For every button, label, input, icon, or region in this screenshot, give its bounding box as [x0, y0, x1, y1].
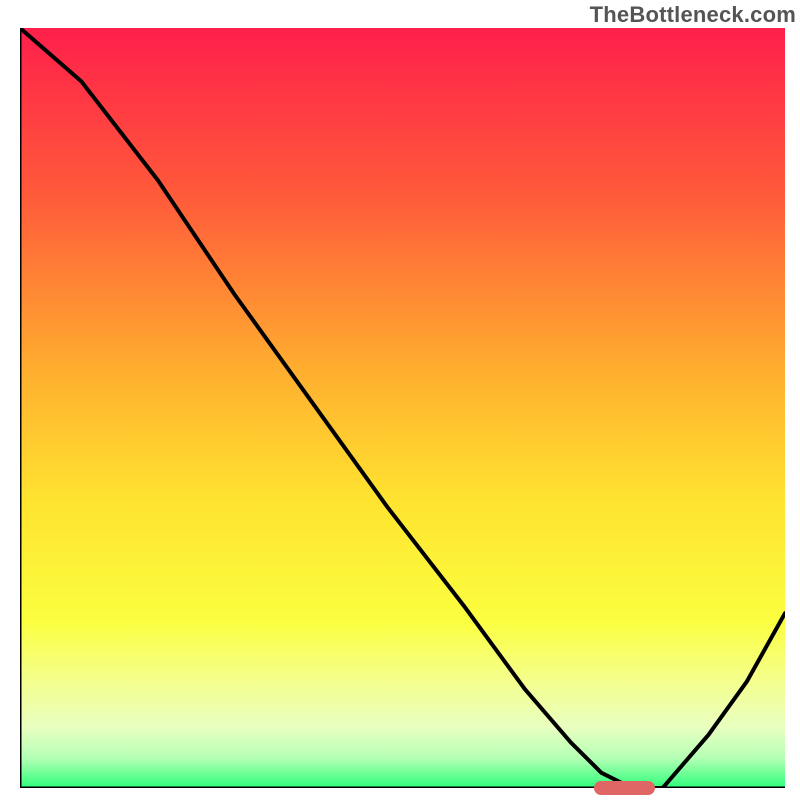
chart-svg	[20, 28, 785, 788]
chart-background	[20, 28, 785, 788]
chart-container: TheBottleneck.com	[0, 0, 800, 800]
optimal-range-marker	[594, 781, 655, 795]
plot-area	[20, 28, 785, 788]
watermark-text: TheBottleneck.com	[590, 2, 796, 28]
